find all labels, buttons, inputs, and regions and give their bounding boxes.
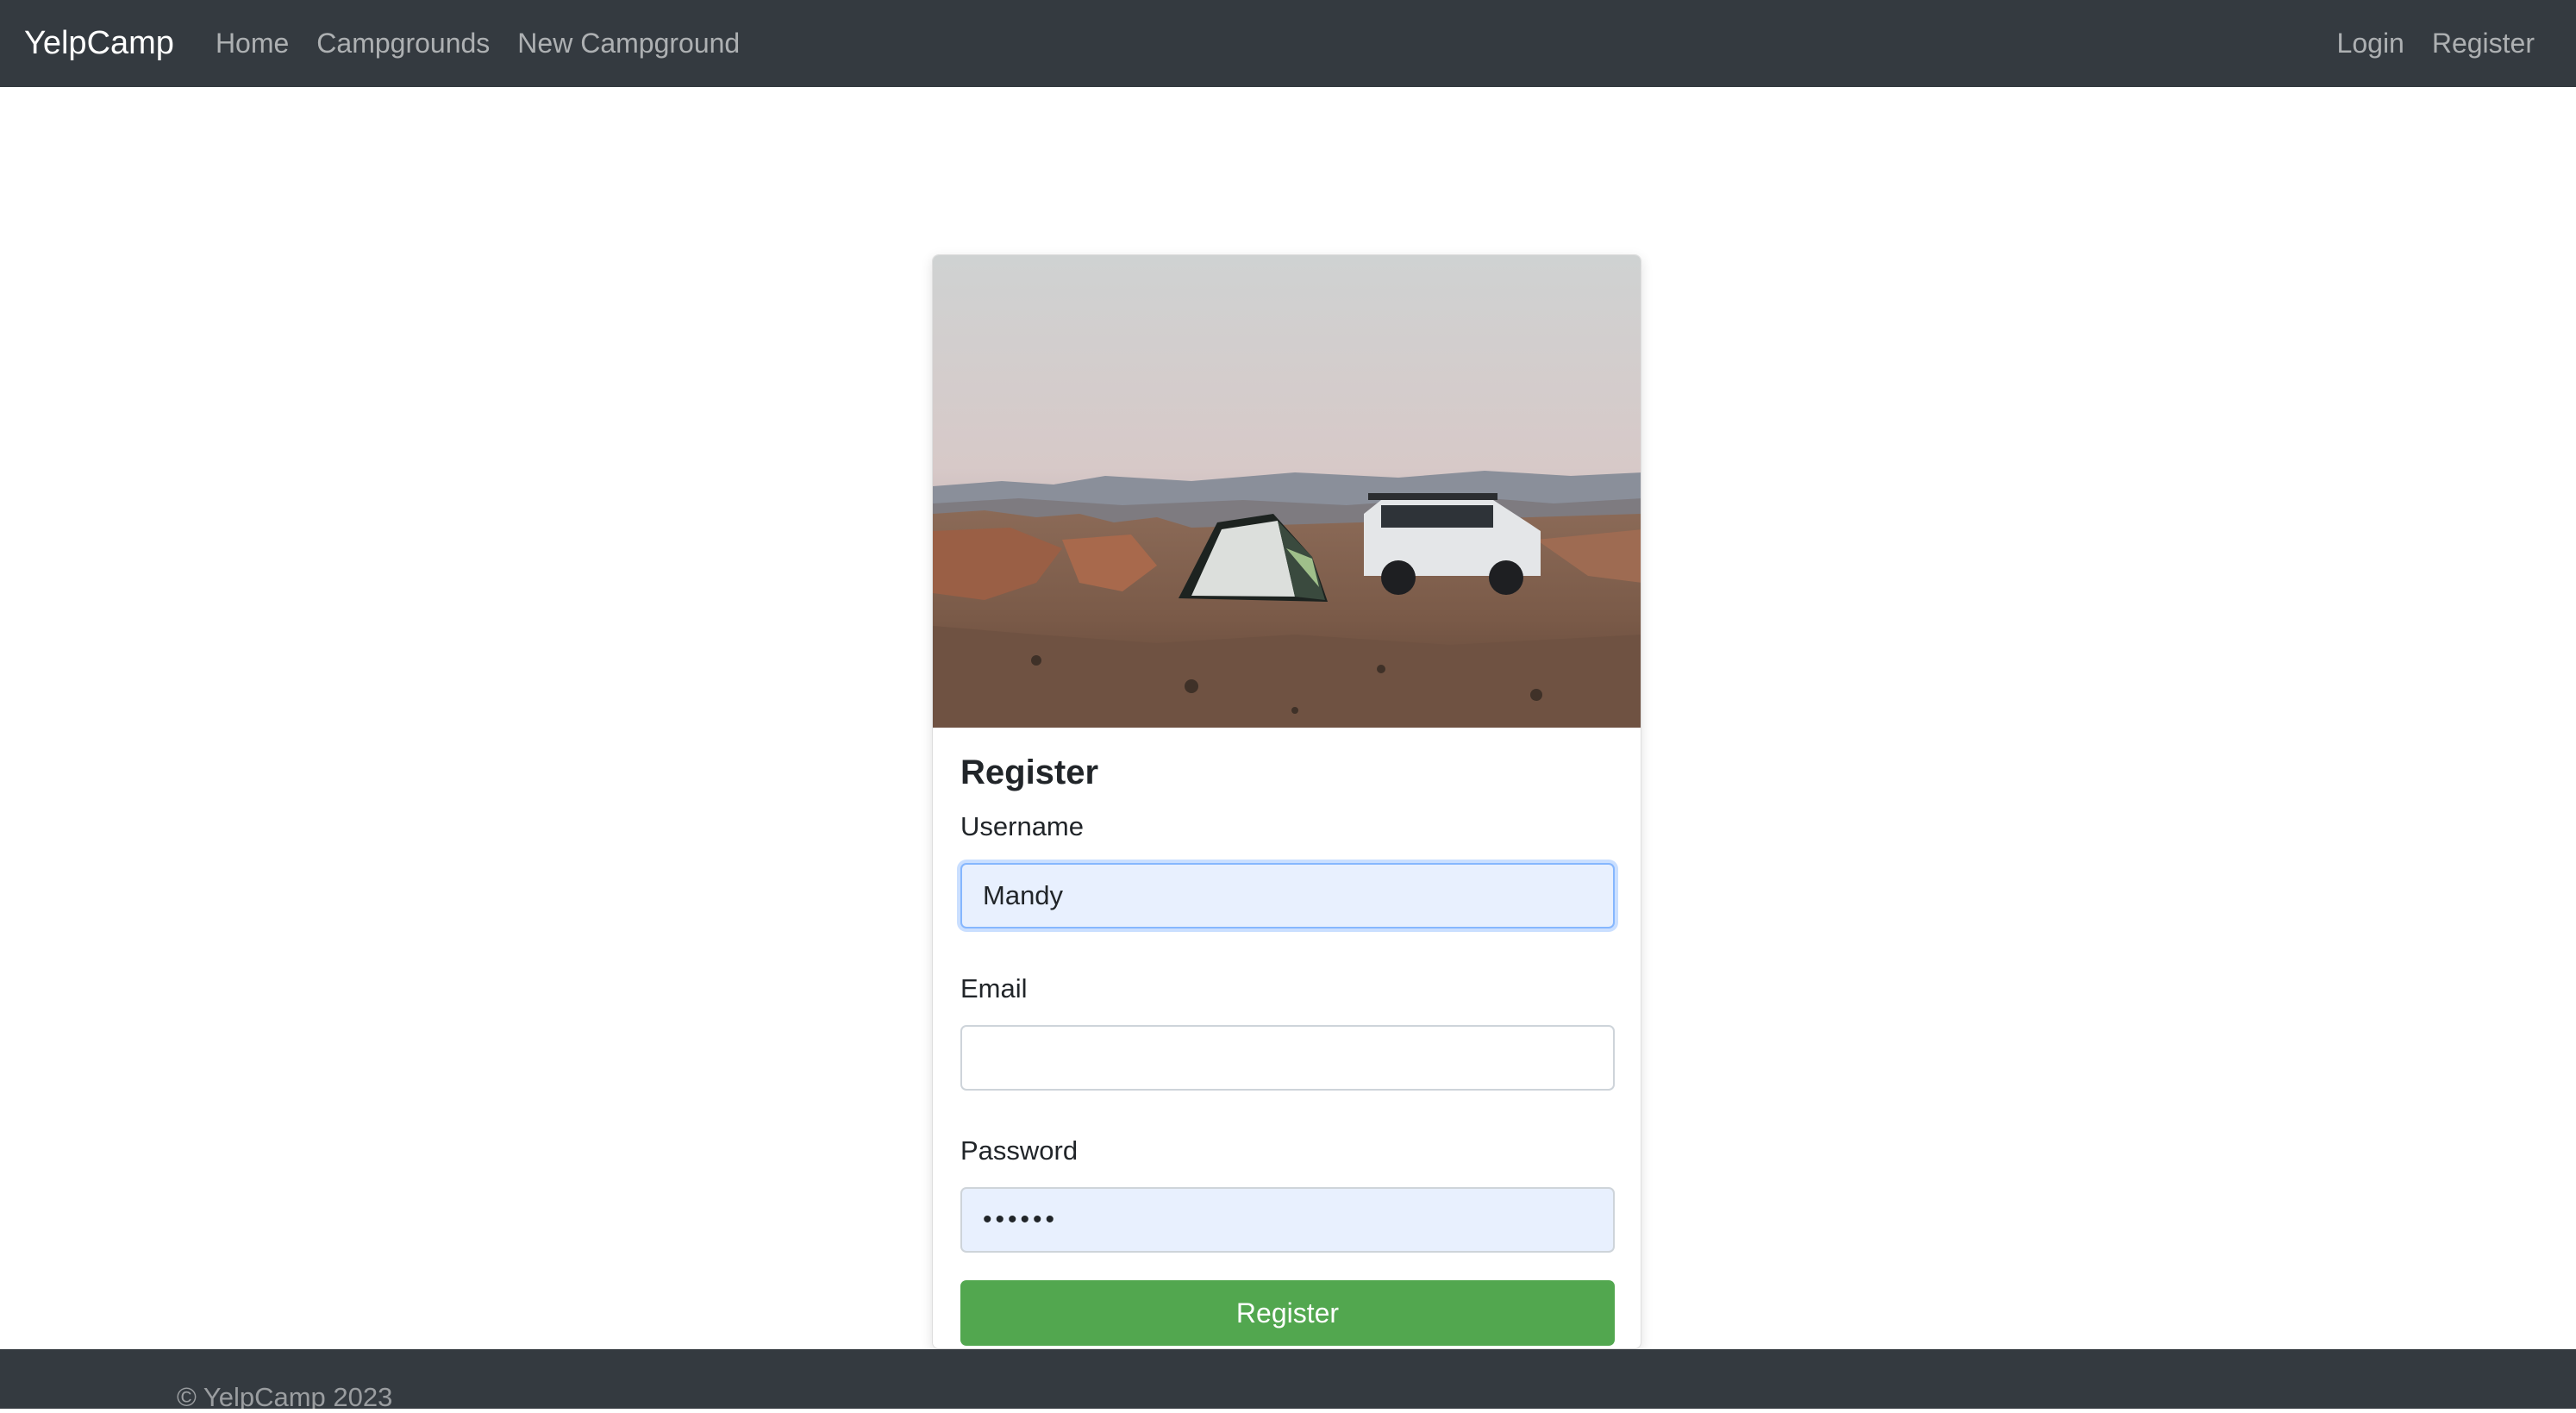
register-card: Register Username Email Password Registe… xyxy=(932,254,1641,1349)
register-button[interactable]: Register xyxy=(960,1280,1615,1346)
campsite-image xyxy=(933,255,1641,728)
nav-link-register[interactable]: Register xyxy=(2432,28,2535,59)
username-label: Username xyxy=(960,811,1084,841)
footer: © YelpCamp 2023 xyxy=(0,1349,2576,1412)
password-label: Password xyxy=(960,1135,1079,1166)
username-input[interactable] xyxy=(960,863,1615,928)
nav-link-campgrounds[interactable]: Campgrounds xyxy=(316,28,490,59)
form-title: Register xyxy=(960,753,1099,791)
brand-logo-link[interactable]: YelpCamp xyxy=(24,25,174,62)
nav-link-home[interactable]: Home xyxy=(216,28,289,59)
nav-link-new-campground[interactable]: New Campground xyxy=(517,28,740,59)
nav-link-login[interactable]: Login xyxy=(2337,28,2404,59)
card-body: Register Username Email Password Registe… xyxy=(933,728,1641,1346)
password-input[interactable] xyxy=(960,1187,1615,1253)
navbar: YelpCamp Home Campgrounds New Campground… xyxy=(0,0,2576,87)
nav-right-group: Login Register xyxy=(2337,28,2552,59)
email-input[interactable] xyxy=(960,1025,1615,1091)
email-label: Email xyxy=(960,973,1028,1003)
